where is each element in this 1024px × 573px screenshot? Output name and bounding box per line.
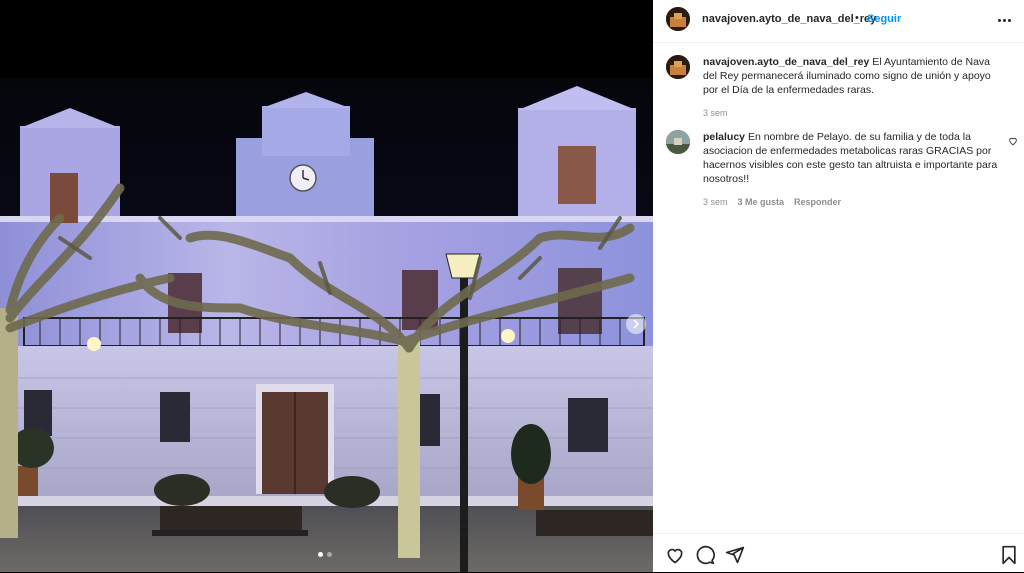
comment-likes[interactable]: 3 Me gusta [738,195,785,209]
share-icon[interactable] [725,545,745,565]
carousel-dot [327,552,332,557]
comment-meta: 3 sem 3 Me gusta Responder [703,195,1003,209]
caption-time: 3 sem [703,108,728,118]
chevron-right-icon [633,319,640,329]
heart-icon[interactable] [665,545,685,565]
comment-author[interactable]: pelalucy [703,131,745,143]
reply-button[interactable]: Responder [794,195,841,209]
carousel-indicator [318,552,332,557]
next-slide-button[interactable] [626,314,646,334]
comment-icon[interactable] [695,545,715,565]
author-avatar[interactable] [666,7,690,31]
bookmark-icon[interactable] [999,545,1019,565]
caption-meta: 3 sem [703,106,1003,120]
caption-author[interactable]: navajoven.ayto_de_nava_del_rey [703,56,869,68]
action-bar [653,533,1024,573]
comment-time: 3 sem [703,197,728,207]
caption-body: navajoven.ayto_de_nava_del_rey El Ayunta… [703,55,1003,120]
follow-button[interactable]: Seguir [867,13,901,25]
town-hall-photo [0,78,653,572]
separator-dot: • [855,12,859,24]
post-photo [0,78,653,572]
commenter-avatar[interactable] [666,130,690,154]
post-details-panel: navajoven.ayto_de_nava_del_rey • Seguir … [653,0,1024,572]
post-header: navajoven.ayto_de_nava_del_rey • Seguir [653,0,1024,43]
post-media [0,0,653,572]
author-username[interactable]: navajoven.ayto_de_nava_del_rey [702,13,876,25]
caption-author-avatar[interactable] [666,55,690,79]
carousel-dot-active [318,552,323,557]
comment-body: pelalucy En nombre de Pelayo. de su fami… [703,130,1003,209]
instagram-post-viewer: navajoven.ayto_de_nava_del_rey • Seguir … [0,0,1024,572]
comment-text: En nombre de Pelayo. de su familia y de … [703,131,998,185]
more-options-icon[interactable] [996,12,1012,28]
comment-like-icon[interactable] [1008,136,1018,146]
